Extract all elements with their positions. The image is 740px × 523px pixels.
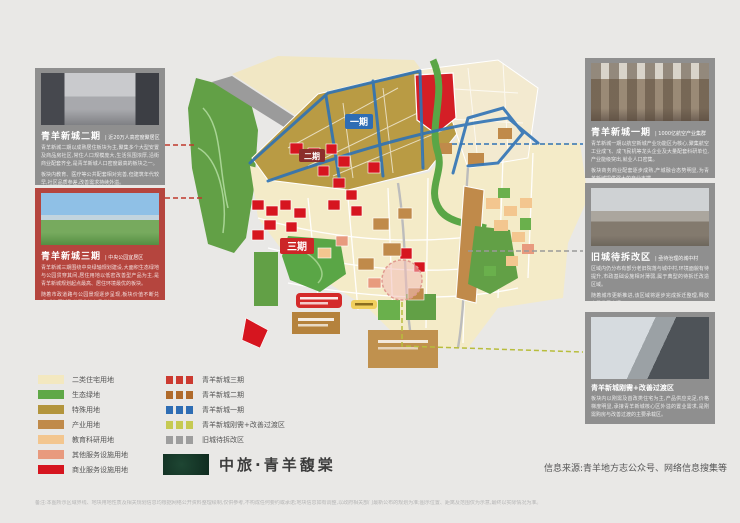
legend-dash-swatch [166, 406, 194, 414]
card-oldtown-body2: 随着城市更新推进,该区域将逐步完成拆迁整理,释放大量发展空间。 [591, 293, 709, 301]
legend-item: 青羊新城三期 [166, 375, 285, 384]
card-phase1-subtitle: | 1000亿航空产业集群 [655, 130, 706, 137]
map-label-phase1: 一期 [345, 114, 373, 129]
card-oldtown-title: 旧城待拆改区 [591, 250, 651, 263]
card-phase3-subtitle: | 中央公园宜居区 [105, 254, 143, 261]
legend-item: 教育科研用地 [38, 435, 128, 444]
legend-item: 商业服务设施用地 [38, 465, 128, 474]
legend-item: 二类住宅用地 [38, 375, 128, 384]
card-transition-title: 青羊新城刚需+改善过渡区 [591, 383, 674, 393]
photo-phase3 [41, 193, 159, 245]
legend-item: 旧城待拆改区 [166, 435, 285, 444]
legend-item: 生态绿地 [38, 390, 128, 399]
svg-text:一期: 一期 [350, 116, 368, 128]
project-highlight-circle [382, 260, 422, 300]
card-transition: 青羊新城刚需+改善过渡区 板块内以刚需及首改类住宅为主,产品供应充足,价格梯度明… [585, 312, 715, 424]
legend-item: 产业用地 [38, 420, 128, 429]
card-phase1-body1: 青羊新城一期以航空新城产业功能区为核心,聚集航空工业成飞、成飞民机等龙头企业及大… [591, 141, 709, 164]
photo-phase1 [591, 63, 709, 121]
legend-swatch [38, 450, 64, 459]
photo-transition [591, 317, 709, 379]
legend-swatch [38, 435, 64, 444]
map-label-phase3: 三期 [280, 238, 314, 254]
card-phase2-subtitle: | 近20万人高密度聚居区 [105, 134, 160, 141]
card-phase1: 青羊新城一期 | 1000亿航空产业集群 青羊新城一期以航空新城产业功能区为核心… [585, 58, 715, 178]
legend-swatch [38, 375, 64, 384]
legend-item: 其他服务设施用地 [38, 450, 128, 459]
card-phase3: 青羊新城三期 | 中央公园宜居区 青羊新城三期围绕中央绿轴规划建设,大面积生态绿… [35, 188, 165, 300]
brand-logo-row: 中旅·青羊馥棠 [163, 454, 336, 475]
card-phase3-title: 青羊新城三期 [41, 249, 101, 262]
legend-landuse: 二类住宅用地 生态绿地 特殊用地 产业用地 教育科研用地 其他服务设施用地 商业… [38, 375, 128, 474]
svg-text:二期: 二期 [304, 151, 320, 161]
card-phase3-body1: 青羊新城三期围绕中央绿轴规划建设,大面积生态绿地与公园贯穿其间,居住用地以低密改… [41, 265, 159, 288]
legend-swatch [38, 465, 64, 474]
card-oldtown: 旧城待拆改区 | 亟待治理的城中村 区域内仍分布有部分老旧院落与城中村,环境面貌… [585, 183, 715, 301]
legend-dash-swatch [166, 376, 194, 384]
map-road-label-pill [351, 300, 377, 309]
svg-text:三期: 三期 [287, 240, 307, 253]
source-note: 信息来源:青羊地方志公众号、网络信息搜集等 [544, 461, 727, 474]
photo-phase2 [41, 73, 159, 125]
legend-dash-swatch [166, 436, 194, 444]
poster-canvas: 一期 二期 三期 青羊新城二期 | 近20万人高密度聚居区 青羊新城二期以成熟居… [0, 0, 740, 523]
card-phase1-title: 青羊新城一期 [591, 125, 651, 138]
brand-logo-image [163, 454, 209, 475]
map-green-west [188, 78, 258, 253]
legend-item: 青羊新城二期 [166, 390, 285, 399]
legend-item: 特殊用地 [38, 405, 128, 414]
card-phase2-body1: 青羊新城二期以成熟居住板块为主,聚集多个大型安置及商品房社区,常住人口规模庞大,… [41, 145, 159, 168]
legend-swatch [38, 390, 64, 399]
legend-swatch [38, 420, 64, 429]
card-oldtown-body1: 区域内仍分布有部分老旧院落与城中村,环境面貌有待提升,市政基础设施相对薄弱,属于… [591, 266, 709, 289]
brand-logo-text: 中旅·青羊馥棠 [219, 454, 336, 475]
card-phase1-body2: 板块商务商业配套逐步成熟,产城融合态势明显,为青羊新城提供强大的产业支撑。 [591, 168, 709, 178]
legend-swatch [38, 405, 64, 414]
card-phase2: 青羊新城二期 | 近20万人高密度聚居区 青羊新城二期以成熟居住板块为主,聚集多… [35, 68, 165, 185]
legend-item: 青羊新城刚需+改善过渡区 [166, 420, 285, 429]
photo-oldtown [591, 188, 709, 246]
map-label-phase2: 二期 [299, 149, 325, 162]
card-phase3-body2: 随着市政道路与公园景观逐步呈现,板块价值不断兑现,成为区域改善置业核心承载地。 [41, 292, 159, 300]
legend-zones: 青羊新城三期 青羊新城二期 青羊新城一期 青羊新城刚需+改善过渡区 旧城待拆改区 [166, 375, 285, 444]
legend-item: 青羊新城一期 [166, 405, 285, 414]
card-phase2-body2: 板块内教育、医疗等公共配套相对完善,但建筑年代较早,社区品质参差,改善需求持续外… [41, 172, 159, 185]
card-phase2-title: 青羊新城二期 [41, 129, 101, 142]
disclaimer-text: 备注:本图所示区域界线、地块用地性质及相关规划信息均根据网络公开资料整理绘制,仅… [35, 500, 727, 514]
card-oldtown-subtitle: | 亟待治理的城中村 [655, 255, 698, 262]
landuse-map: 一期 二期 三期 [168, 48, 588, 378]
legend-dash-swatch [166, 421, 194, 429]
legend-dash-swatch [166, 391, 194, 399]
card-transition-body1: 板块内以刚需及首改类住宅为主,产品供应充足,价格梯度明显,承接青羊新城核心区外溢… [591, 396, 709, 419]
map-red-banner [296, 293, 342, 308]
